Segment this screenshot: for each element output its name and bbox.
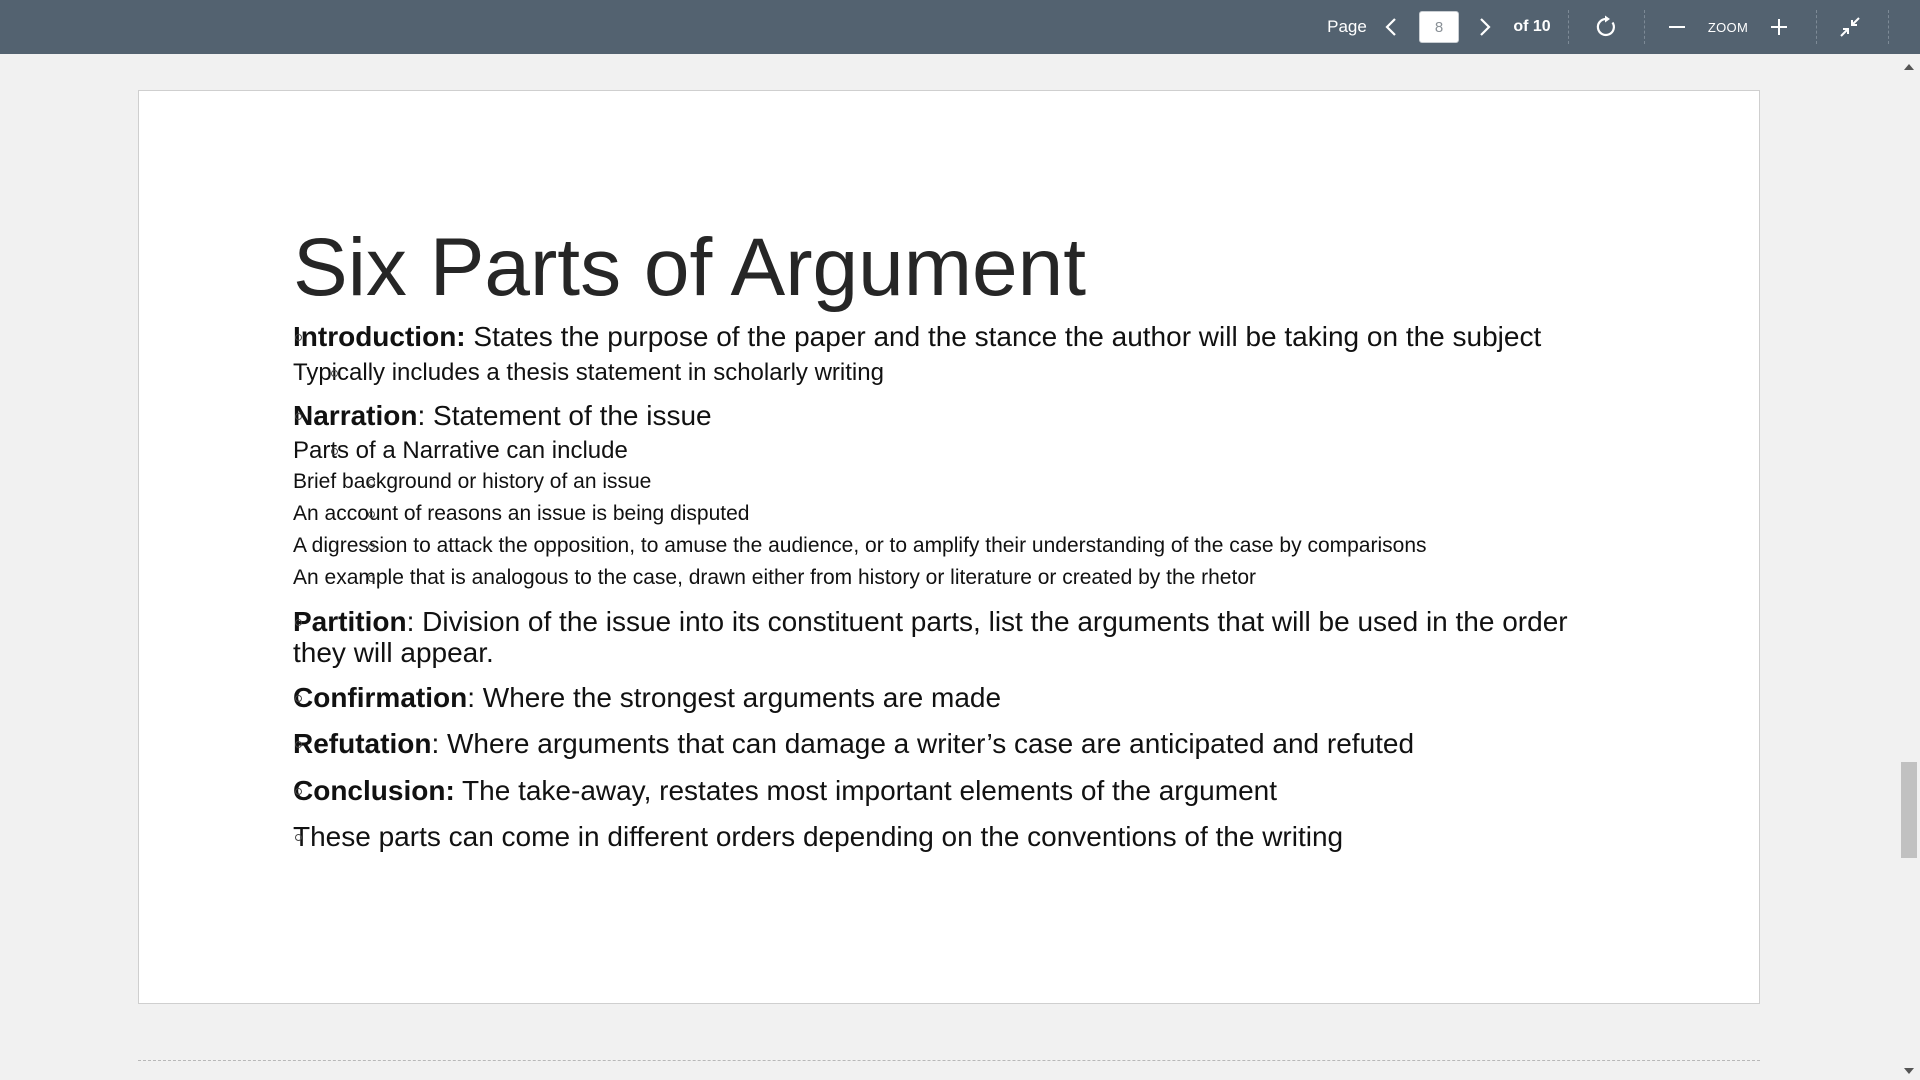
bullet-text: An example that is analogous to the case…	[293, 566, 1256, 589]
bullet-text: These parts can come in different orders…	[293, 821, 1344, 852]
bullet-icon	[295, 741, 302, 748]
bullet-icon	[331, 448, 338, 455]
toolbar-divider	[1888, 10, 1889, 44]
bullet-text: A digression to attack the opposition, t…	[293, 534, 1427, 557]
scroll-up-arrow-icon[interactable]	[1904, 64, 1914, 70]
list-item: An account of reasons an issue is being …	[293, 498, 1693, 530]
scrollbar-thumb[interactable]	[1901, 762, 1917, 858]
list-item: Refutation: Where arguments that can dam…	[293, 728, 1693, 759]
bullet-icon	[368, 543, 375, 550]
rotate-icon	[1596, 15, 1615, 37]
bullet-term: Refutation	[293, 728, 432, 759]
collapse-icon	[1840, 17, 1860, 37]
list-item: A digression to attack the opposition, t…	[293, 530, 1693, 562]
exit-fullscreen-button[interactable]	[1832, 0, 1868, 54]
bullet-icon	[368, 479, 375, 486]
plus-icon	[1771, 19, 1787, 35]
list-item: Introduction: States the purpose of the …	[293, 321, 1693, 352]
list-item: These parts can come in different orders…	[293, 821, 1693, 852]
bullet-term: Narration	[293, 400, 418, 431]
list-item: Brief background or history of an issue	[293, 466, 1693, 498]
minus-icon	[1669, 26, 1685, 28]
bullet-text: An account of reasons an issue is being …	[293, 502, 750, 525]
page-label: Page	[1327, 17, 1367, 36]
toolbar-divider	[1644, 10, 1645, 44]
bullet-text: : Where arguments that can damage a writ…	[431, 728, 1415, 759]
rotate-button[interactable]	[1588, 0, 1624, 54]
bullet-text: Brief background or history of an issue	[293, 470, 652, 493]
toolbar-divider	[1568, 10, 1569, 44]
chevron-right-icon	[1480, 18, 1491, 36]
bullet-body: Partition: Division of the issue into it…	[293, 606, 1573, 668]
previous-page-button[interactable]	[1376, 0, 1406, 54]
list-item: Parts of a Narrative can include	[293, 436, 1693, 466]
zoom-out-button[interactable]	[1660, 0, 1694, 54]
page-count-label: of 10	[1513, 18, 1551, 35]
document-viewer: Six Parts of Argument Introduction: Stat…	[0, 54, 1920, 1080]
viewer-toolbar: Page of 10 ZOOM	[0, 0, 1920, 54]
bullet-icon	[295, 334, 302, 341]
bullet-icon	[295, 834, 302, 841]
bullet-text: : Statement of the issue	[417, 400, 712, 431]
bullet-icon	[295, 413, 302, 420]
slide-title: Six Parts of Argument	[293, 222, 1087, 313]
chevron-left-icon	[1385, 18, 1396, 36]
bullet-text: Typically includes a thesis statement in…	[293, 359, 884, 386]
bullet-text: The take-away, restates most important e…	[454, 775, 1278, 806]
toolbar-divider	[1816, 10, 1817, 44]
list-item: Partition: Division of the issue into it…	[293, 606, 1693, 668]
bullet-icon	[368, 575, 375, 582]
next-page-edge	[138, 1060, 1760, 1061]
list-item: An example that is analogous to the case…	[293, 562, 1693, 594]
bullet-text: States the purpose of the paper and the …	[465, 321, 1542, 352]
zoom-label: ZOOM	[1707, 19, 1749, 35]
zoom-in-button[interactable]	[1762, 0, 1796, 54]
bullet-icon	[331, 370, 338, 377]
bullet-icon	[295, 695, 302, 702]
bullet-term: Introduction:	[293, 321, 466, 352]
list-item: Confirmation: Where the strongest argume…	[293, 682, 1693, 713]
bullet-term: Confirmation	[293, 682, 468, 713]
bullet-icon	[295, 619, 302, 626]
bullet-list: Introduction: States the purpose of the …	[293, 321, 1693, 852]
bullet-icon	[368, 511, 375, 518]
bullet-term: Conclusion:	[293, 775, 455, 806]
bullet-text: : Division of the issue into its constit…	[293, 606, 1568, 668]
bullet-term: Partition	[293, 606, 407, 637]
bullet-icon	[295, 788, 302, 795]
vertical-scrollbar[interactable]	[1898, 54, 1920, 1080]
list-item: Typically includes a thesis statement in…	[293, 358, 1693, 388]
page-number-field	[1418, 0, 1460, 54]
bullet-text: : Where the strongest arguments are made	[467, 682, 1002, 713]
page-number-input[interactable]	[1419, 11, 1459, 43]
next-page-button[interactable]	[1470, 0, 1500, 54]
list-item: Conclusion: The take-away, restates most…	[293, 775, 1693, 806]
bullet-text: Parts of a Narrative can include	[293, 437, 628, 464]
scroll-down-arrow-icon[interactable]	[1904, 1068, 1914, 1074]
list-item: Narration: Statement of the issue	[293, 400, 1693, 431]
document-page: Six Parts of Argument Introduction: Stat…	[138, 90, 1760, 1004]
